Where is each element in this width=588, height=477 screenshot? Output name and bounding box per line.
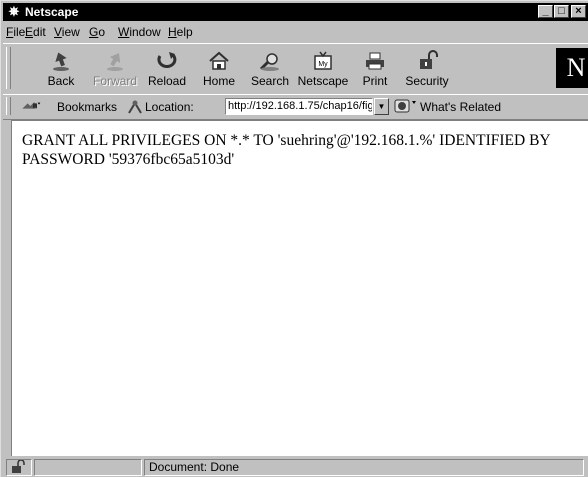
netscape-logo[interactable]: N [556, 48, 588, 88]
reload-button[interactable]: Reload [141, 50, 193, 92]
page-text: GRANT ALL PRIVILEGES ON *.* TO 'suehring… [22, 132, 551, 168]
browser-window: ✵ Netscape _ □ × File Edit View Go Windo… [0, 0, 588, 477]
status-bar: Document: Done [3, 457, 588, 477]
search-button[interactable]: Search [244, 50, 296, 92]
progress-bar [34, 459, 142, 476]
maximize-button[interactable]: □ [554, 5, 569, 18]
status-text: Document: Done [144, 459, 584, 476]
menu-go[interactable]: Go [89, 25, 105, 39]
navigation-toolbar: Back Forward Reload Home Search My Netsc… [3, 43, 588, 95]
security-button[interactable]: Security [401, 50, 453, 92]
my-netscape-icon: My [314, 51, 332, 70]
toolbar-grip[interactable] [6, 47, 11, 89]
menu-bar: File Edit View Go Window Help [3, 22, 588, 42]
netscape-button[interactable]: My Netscape [297, 50, 349, 92]
security-status-cell[interactable] [6, 459, 32, 476]
security-status-icon [12, 460, 25, 473]
menu-view[interactable]: View [54, 25, 80, 39]
printer-icon [366, 52, 384, 70]
location-toolbar-grip[interactable] [6, 97, 11, 115]
netscape-window-icon[interactable]: ✵ [6, 4, 22, 20]
search-icon [259, 53, 279, 71]
menu-edit[interactable]: Edit [25, 25, 46, 39]
close-button[interactable]: × [571, 5, 586, 18]
menu-help[interactable]: Help [168, 25, 193, 39]
page-content-area[interactable]: GRANT ALL PRIVILEGES ON *.* TO 'suehring… [11, 120, 588, 456]
location-url-input[interactable]: http://192.168.1.75/chap16/fig18.php [225, 98, 373, 115]
url-history-dropdown[interactable]: ▼ [374, 98, 389, 115]
forward-arrow-icon [107, 53, 123, 71]
menu-file[interactable]: File [6, 25, 25, 39]
window-title: Netscape [25, 5, 79, 19]
location-icon [128, 100, 142, 114]
bookmarks-icon [22, 102, 41, 109]
minimize-button[interactable]: _ [538, 5, 553, 18]
padlock-icon [420, 50, 438, 69]
svg-text:My: My [318, 61, 328, 68]
back-arrow-icon [53, 52, 69, 71]
title-bar: ✵ Netscape _ □ × [3, 3, 588, 21]
back-button[interactable]: Back [35, 50, 87, 92]
whats-related-icon [394, 99, 416, 113]
menu-window[interactable]: Window [118, 25, 161, 39]
location-toolbar: Bookmarks Location: http://192.168.1.75/… [3, 94, 588, 120]
home-icon [209, 51, 229, 70]
print-button[interactable]: Print [349, 50, 401, 92]
home-button[interactable]: Home [193, 50, 245, 92]
reload-icon [157, 52, 177, 69]
forward-button[interactable]: Forward [89, 50, 141, 92]
